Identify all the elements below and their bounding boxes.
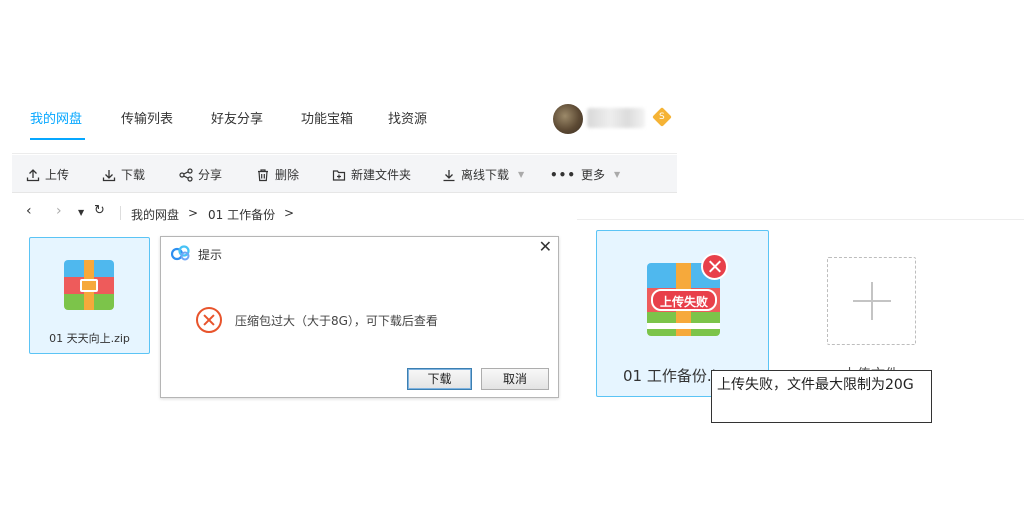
upload-button[interactable]: 上传 [26,166,69,183]
offline-download-icon [443,169,455,181]
new-folder-icon [332,169,346,181]
share-label: 分享 [198,168,223,182]
toolbar: 上传 下载 分享 删除 新建文件夹 离线下载 ▼ ••• 更多 ▼ [12,155,677,193]
dialog-message: 压缩包过大（大于8G），可下载后查看 [235,314,438,328]
tab-toolbox[interactable]: 功能宝箱 [301,108,353,127]
refresh-icon[interactable]: ↻ [94,203,105,218]
chevron-down-icon: ▼ [614,170,621,179]
error-icon [196,307,222,333]
upload-label: 上传 [45,168,70,182]
add-file-button[interactable] [827,257,916,345]
dialog-title-bar[interactable]: 提示 ✕ [161,237,558,269]
breadcrumb-current[interactable]: 01 工作备份 [208,206,275,223]
active-tab-indicator [30,138,85,140]
trash-icon [258,168,268,181]
dialog-title: 提示 [198,248,223,262]
delete-label: 删除 [275,168,300,182]
download-button[interactable]: 下载 [407,368,472,390]
new-folder-label: 新建文件夹 [351,168,412,182]
tab-transfer-list[interactable]: 传输列表 [121,108,173,127]
delete-button[interactable]: 删除 [256,166,299,183]
breadcrumb-separator: > [188,206,199,220]
baidu-netdisk-logo-icon [171,245,190,261]
divider [577,219,1024,220]
breadcrumb-separator: > [284,206,295,220]
file-name: 01 天天向上.zip [49,332,130,345]
vip-badge-icon: S [652,107,672,127]
alert-dialog: 提示 ✕ 压缩包过大（大于8G），可下载后查看 下载 取消 [160,236,559,398]
back-arrow-icon[interactable]: ‹ [26,203,32,219]
zip-icon [64,260,114,310]
tab-friend-share[interactable]: 好友分享 [211,108,263,127]
more-label: 更多 [581,168,606,182]
avatar[interactable] [553,104,583,134]
divider [120,206,121,220]
download-icon [102,169,116,181]
download-button[interactable]: 下载 [102,166,145,183]
tooltip: 上传失败，文件最大限制为20G [711,370,932,423]
close-icon[interactable]: ✕ [539,237,552,256]
upload-icon [26,168,40,181]
breadcrumb-root[interactable]: 我的网盘 [131,206,179,223]
breadcrumb: ‹ › ▼ ↻ 我的网盘 > 01 工作备份 > [12,196,677,230]
forward-arrow-icon[interactable]: › [56,203,62,219]
history-dropdown-icon[interactable]: ▼ [78,208,84,217]
chevron-down-icon: ▼ [518,170,525,179]
offline-download-button[interactable]: 离线下载 ▼ [442,166,524,183]
file-card[interactable]: 01 天天向上.zip [29,237,150,354]
file-name: 01 工作备份.i [623,367,716,385]
share-icon [179,167,193,182]
tab-my-drive[interactable]: 我的网盘 [30,108,82,127]
more-button[interactable]: ••• 更多 ▼ [550,166,620,183]
new-folder-button[interactable]: 新建文件夹 [332,166,411,183]
share-button[interactable]: 分享 [179,166,222,183]
cancel-button[interactable]: 取消 [481,368,549,390]
upload-failed-badge: 上传失败 [651,289,717,311]
tab-find-resources[interactable]: 找资源 [388,108,427,127]
username-blurred[interactable] [587,108,645,128]
top-navigation: 我的网盘 传输列表 好友分享 功能宝箱 找资源 S [12,94,677,154]
more-dots-icon: ••• [550,167,577,182]
download-label: 下载 [121,168,146,182]
offline-download-label: 离线下载 [461,168,510,182]
error-close-icon [701,253,728,280]
